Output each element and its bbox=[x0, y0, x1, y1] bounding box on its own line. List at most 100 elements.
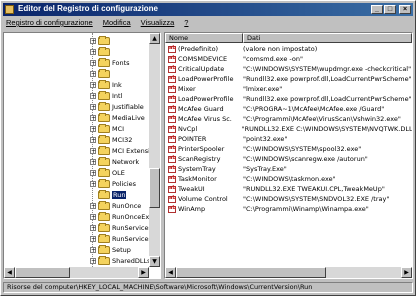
value-name: COMSMDEVICE bbox=[178, 55, 228, 63]
expand-icon[interactable]: + bbox=[90, 71, 96, 78]
folder-icon bbox=[98, 212, 110, 221]
value-name: CriticalUpdate bbox=[178, 65, 225, 73]
string-value-icon bbox=[168, 185, 176, 193]
tree-vertical-scrollbar[interactable]: ▲ ▼ bbox=[149, 33, 160, 267]
value-name: (Predefinito) bbox=[178, 45, 219, 53]
value-row[interactable]: PrinterSpooler "C:\WINDOWS\SYSTEM\spool32… bbox=[165, 144, 412, 154]
registry-values-list[interactable]: Nome Dati (Predefinito) (valore non impos… bbox=[164, 32, 413, 279]
menu-modifica[interactable]: Modifica bbox=[103, 18, 131, 30]
column-nome[interactable]: Nome bbox=[165, 33, 243, 43]
expand-icon[interactable]: + bbox=[90, 126, 96, 133]
tree-node[interactable]: + Justifiable bbox=[90, 102, 144, 112]
tree-node[interactable]: + MCI32 bbox=[90, 135, 132, 145]
value-row[interactable]: Volume Control "C:\WINDOWS\SYSTEM\SNDVOL3… bbox=[165, 194, 412, 204]
string-value-icon bbox=[168, 65, 176, 73]
tree-hscroll-thumb[interactable] bbox=[15, 267, 70, 278]
value-row[interactable]: NvCpl "RUNDLL32.EXE C:\WINDOWS\SYSTEM\NVQ… bbox=[165, 124, 412, 134]
value-row[interactable]: (Predefinito) (valore non impostato) bbox=[165, 44, 412, 54]
expand-icon[interactable]: + bbox=[90, 214, 96, 221]
scroll-left-arrow-icon[interactable]: ◀ bbox=[165, 267, 176, 278]
expand-icon[interactable]: + bbox=[90, 137, 96, 144]
expand-icon[interactable]: + bbox=[90, 148, 96, 155]
value-row[interactable]: LoadPowerProfile "Rundll32.exe powrprof.d… bbox=[165, 74, 412, 84]
tree-node-label: Policies bbox=[112, 180, 137, 188]
expand-icon[interactable]: + bbox=[90, 236, 96, 243]
expand-icon[interactable]: + bbox=[90, 203, 96, 210]
menu-help[interactable]: ? bbox=[184, 18, 188, 30]
expand-icon[interactable]: + bbox=[90, 82, 96, 89]
value-row[interactable]: COMSMDEVICE "comsmd.exe -on" bbox=[165, 54, 412, 64]
list-horizontal-scrollbar[interactable]: ◀ ▶ bbox=[165, 267, 412, 278]
value-row[interactable]: LoadPowerProfile "Rundll32.exe powrprof.d… bbox=[165, 94, 412, 104]
tree-node[interactable]: + bbox=[90, 47, 112, 57]
tree-node[interactable]: + MCI Extensions bbox=[90, 146, 150, 156]
string-value-icon bbox=[168, 135, 176, 143]
tree-node[interactable]: + Setup bbox=[90, 245, 131, 255]
value-row[interactable]: McAfee Virus Sc. "C:\Programmi\McAfee\Vir… bbox=[165, 114, 412, 124]
menu-visualizza[interactable]: Visualizza bbox=[141, 18, 175, 30]
expand-icon[interactable]: + bbox=[90, 115, 96, 122]
tree-node[interactable]: + SharedDLLs bbox=[90, 256, 150, 266]
value-name: Mixer bbox=[178, 85, 196, 93]
value-row[interactable]: ScanRegistry "C:\WINDOWS\scanregw.exe /au… bbox=[165, 154, 412, 164]
value-row[interactable]: McAfee Guard "C:\PROGRA~1\McAfee\McAfee.e… bbox=[165, 104, 412, 114]
expand-icon[interactable]: + bbox=[90, 225, 96, 232]
scroll-right-arrow-icon[interactable]: ▶ bbox=[138, 267, 149, 278]
tree-node[interactable]: + RunOnce bbox=[90, 201, 141, 211]
tree-node[interactable]: Run bbox=[90, 190, 127, 200]
expand-icon[interactable]: + bbox=[90, 181, 96, 188]
value-row[interactable]: CriticalUpdate "C:\WINDOWS\SYSTEM\wupdmgr… bbox=[165, 64, 412, 74]
value-data: "C:\WINDOWS\SYSTEM\spool32.exe" bbox=[243, 145, 362, 153]
tree-node[interactable]: + Policies bbox=[90, 179, 136, 189]
registry-key-tree[interactable]: + + + Fonts + + Ink + Intl + Justifiable + MediaLive… bbox=[3, 32, 161, 279]
expand-icon[interactable]: + bbox=[90, 38, 96, 45]
string-value-icon bbox=[168, 55, 176, 63]
value-row[interactable]: TweakUI "RUNDLL32.EXE TWEAKUI.CPL,TweakMe… bbox=[165, 184, 412, 194]
expand-icon[interactable]: + bbox=[90, 258, 96, 265]
tree-horizontal-scrollbar[interactable]: ◀ ▶ bbox=[4, 267, 149, 278]
value-row[interactable]: Mixer "lmixer.exe" bbox=[165, 84, 412, 94]
tree-node[interactable]: + RunOnceEx bbox=[90, 212, 149, 222]
title-bar[interactable]: Editor del Registro di configurazione _ … bbox=[3, 3, 413, 16]
tree-node[interactable]: + RunServices bbox=[90, 223, 150, 233]
list-hscroll-thumb[interactable] bbox=[176, 267, 326, 278]
scroll-right-arrow-icon[interactable]: ▶ bbox=[401, 267, 412, 278]
tree-node[interactable]: + Intl bbox=[90, 91, 122, 101]
value-row[interactable]: TaskMonitor "C:\WINDOWS\taskmon.exe" bbox=[165, 174, 412, 184]
tree-node[interactable]: + Fonts bbox=[90, 58, 130, 68]
tree-node-label: Network bbox=[112, 158, 140, 166]
tree-node[interactable]: + MediaLive bbox=[90, 113, 145, 123]
tree-node-label: RunOnceEx bbox=[112, 213, 150, 221]
close-button[interactable]: × bbox=[399, 5, 411, 14]
scroll-down-arrow-icon[interactable]: ▼ bbox=[149, 256, 160, 267]
tree-node[interactable]: + bbox=[90, 69, 112, 79]
expand-icon[interactable]: + bbox=[90, 247, 96, 254]
expand-icon[interactable]: + bbox=[90, 49, 96, 56]
expand-icon[interactable]: + bbox=[90, 60, 96, 67]
tree-node[interactable]: + MCI bbox=[90, 124, 124, 134]
tree-node[interactable]: + RunServicesOnce bbox=[90, 234, 150, 244]
value-row[interactable]: POINTER "point32.exe" bbox=[165, 134, 412, 144]
expand-icon[interactable]: + bbox=[90, 93, 96, 100]
tree-scroll-thumb[interactable] bbox=[149, 168, 160, 208]
maximize-button[interactable]: □ bbox=[384, 5, 396, 14]
menu-registro[interactable]: Registro di configurazione bbox=[6, 18, 93, 30]
tree-node[interactable]: + Ink bbox=[90, 80, 122, 90]
value-row[interactable]: WinAmp "C:\Programmi\Winamp\Winampa.exe" bbox=[165, 204, 412, 214]
scroll-left-arrow-icon[interactable]: ◀ bbox=[4, 267, 15, 278]
tree-node-label: Justifiable bbox=[112, 103, 144, 111]
scroll-up-arrow-icon[interactable]: ▲ bbox=[149, 33, 160, 44]
tree-node[interactable]: + OLE bbox=[90, 168, 125, 178]
tree-node[interactable]: + bbox=[90, 36, 112, 46]
value-row[interactable]: SystemTray "SysTray.Exe" bbox=[165, 164, 412, 174]
tree-node-label: Setup bbox=[112, 246, 131, 254]
minimize-button[interactable]: _ bbox=[371, 5, 383, 14]
expand-icon[interactable]: + bbox=[90, 104, 96, 111]
value-data: "SysTray.Exe" bbox=[243, 165, 287, 173]
tree-content: + + + Fonts + + Ink + Intl + Justifiable + MediaLive… bbox=[4, 33, 150, 267]
column-dati[interactable]: Dati bbox=[243, 33, 412, 43]
expand-icon[interactable]: + bbox=[90, 170, 96, 177]
expand-icon[interactable]: + bbox=[90, 159, 96, 166]
tree-node[interactable]: + Network bbox=[90, 157, 139, 167]
value-data: "C:\WINDOWS\SYSTEM\wupdmgr.exe -checkcri… bbox=[243, 65, 412, 73]
